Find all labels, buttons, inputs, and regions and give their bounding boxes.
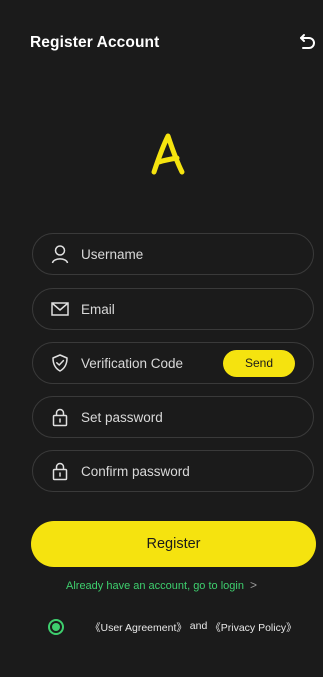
username-field[interactable] [32,233,314,275]
go-to-login-text: Already have an account, go to login [66,580,244,592]
email-input[interactable] [81,289,241,329]
header: Register Account [0,0,323,86]
page-title: Register Account [30,34,160,51]
username-input[interactable] [81,234,241,274]
back-button[interactable] [297,30,319,52]
email-field[interactable] [32,288,314,330]
register-screen: Register Account Send [0,0,323,677]
lock-icon [52,408,68,427]
verification-code-field[interactable]: Send [32,342,314,384]
go-to-login-link[interactable]: Already have an account, go to login > [0,578,323,592]
send-code-button[interactable]: Send [223,350,295,377]
agreement-radio[interactable] [48,619,64,635]
shield-check-icon [52,354,68,372]
privacy-policy-link[interactable]: 《Privacy Policy》 [210,620,296,635]
chevron-right-icon: > [249,578,257,592]
user-agreement-link[interactable]: 《User Agreement》 [90,620,187,635]
mail-icon [51,302,69,316]
agreement-text: 《User Agreement》 and 《Privacy Policy》 [90,620,297,635]
lock-icon [52,462,68,481]
agreement-row: 《User Agreement》 and 《Privacy Policy》 [48,617,297,637]
password-input[interactable] [81,397,241,437]
confirm-password-field[interactable] [32,450,314,492]
register-button[interactable]: Register [31,521,316,567]
verification-code-input[interactable] [81,343,241,383]
app-logo-icon [151,133,185,175]
agreement-and-text: and [186,619,211,632]
confirm-password-input[interactable] [81,451,241,491]
back-arrow-icon [300,34,315,49]
radio-checked-dot [52,623,60,631]
user-icon [51,245,69,264]
password-field[interactable] [32,396,314,438]
